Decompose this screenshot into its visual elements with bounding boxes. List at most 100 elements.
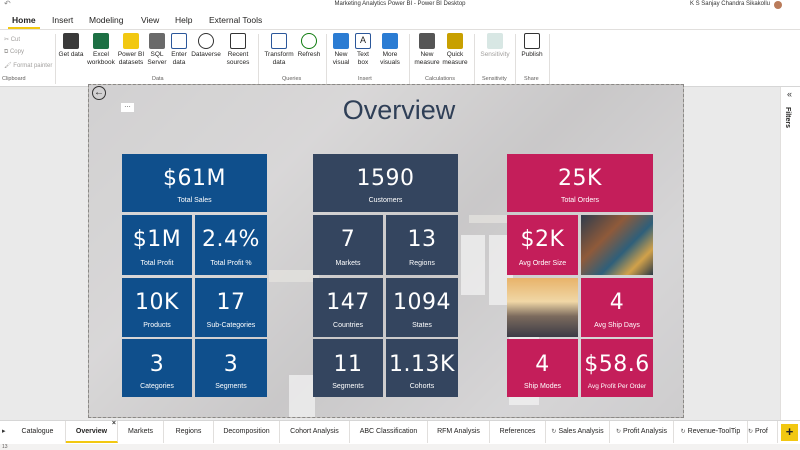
card-customers[interactable]: 1590 Customers [313,154,458,212]
back-arrow-icon[interactable]: ← [92,86,106,100]
card-total-orders[interactable]: 25K Total Orders [507,154,653,212]
new-measure-button[interactable]: New measure [413,33,441,66]
page-tab-catalogue[interactable]: Catalogue [10,421,66,443]
card-cohorts[interactable]: 1.13K Cohorts [386,339,458,397]
card-total-profit[interactable]: $1M Total Profit [122,215,192,275]
page-tab-references[interactable]: References [490,421,546,443]
card-regions[interactable]: 13 Regions [386,215,458,275]
port-containers-image [581,215,653,275]
page-tab-decomposition[interactable]: Decomposition [214,421,280,443]
kpi-label: Categories [140,383,174,390]
recent-label: Recent sources [226,51,250,66]
table-icon [171,33,187,49]
avatar[interactable] [774,1,782,9]
kpi-value: 3 [149,352,165,377]
card-categories[interactable]: 3 Categories [122,339,192,397]
text-box-button[interactable]: A Text box [353,33,373,66]
collapse-icon[interactable]: « [787,89,792,99]
page-tab-overview[interactable]: Overview × [66,419,118,443]
divider [258,34,259,84]
text-box-label: Text box [357,51,369,66]
tab-help[interactable]: Help [171,15,196,25]
publish-button[interactable]: Publish [519,33,545,59]
page-tab-markets[interactable]: Markets [118,421,164,443]
excel-workbook-button[interactable]: Excel workbook [85,33,117,66]
page-tab-sales-analysis[interactable]: ↻ Sales Analysis [546,421,610,443]
kpi-value: 1.13K [389,352,455,377]
transform-label: Transform data [264,51,294,66]
more-visuals-button[interactable]: More visuals [375,33,405,66]
scroll-left-icon[interactable]: ▸ [2,427,6,435]
tab-view[interactable]: View [137,15,163,25]
card-products[interactable]: 10K Products [122,278,192,337]
transform-data-button[interactable]: Transform data [262,33,296,66]
menu-bar: Home Insert Modeling View Help External … [0,11,800,30]
card-total-profit-pct[interactable]: 2.4% Total Profit % [195,215,267,275]
card-ship-modes[interactable]: 4 Ship Modes [507,339,578,397]
enter-data-button[interactable]: Enter data [169,33,189,66]
card-avg-ship-days[interactable]: 4 Avg Ship Days [581,278,653,337]
kpi-label: Ship Modes [524,383,561,390]
truck-image [461,235,485,295]
page-tab-label: Sales Analysis [558,428,604,435]
report-page: ← … Overview $61M Total Sales $1M Total … [88,84,684,418]
page-tab-rfm-analysis[interactable]: RFM Analysis [428,421,490,443]
kpi-value: 10K [135,290,179,315]
page-tab-regions[interactable]: Regions [164,421,214,443]
card-customer-segments[interactable]: 11 Segments [313,339,383,397]
kpi-label: Total Sales [177,197,212,204]
card-segments[interactable]: 3 Segments [195,339,267,397]
page-tab-revenue-tooltip[interactable]: ↻ Revenue-ToolTip [674,421,748,443]
card-total-sales[interactable]: $61M Total Sales [122,154,267,212]
close-icon[interactable]: × [112,419,116,429]
copy-button[interactable]: ⧉ Copy [4,49,24,56]
divider [409,34,410,84]
tab-home[interactable]: Home [8,15,40,29]
kpi-value: 147 [326,290,370,315]
recent-icon [230,33,246,49]
kpi-label: Cohorts [409,383,435,390]
card-avg-order-size[interactable]: $2K Avg Order Size [507,215,578,275]
group-sensitivity: Sensitivity [482,76,507,82]
page-tab-abc-classification[interactable]: ABC Classification [350,421,428,443]
dataverse-button[interactable]: Dataverse [190,33,222,59]
truck-sunset-image [507,278,578,337]
quick-measure-button[interactable]: Quick measure [441,33,469,66]
publish-icon [524,33,540,49]
tab-insert[interactable]: Insert [48,15,77,25]
get-data-button[interactable]: Get data [58,33,84,59]
hidden-page-icon: ↻ [748,429,754,435]
page-tab-profit-analysis[interactable]: ↻ Profit Analysis [610,421,674,443]
tab-external-tools[interactable]: External Tools [205,15,266,25]
sql-server-button[interactable]: SQL Server [146,33,168,66]
card-countries[interactable]: 147 Countries [313,278,383,337]
sensitivity-button[interactable]: Sensitivity [477,33,513,59]
card-sub-categories[interactable]: 17 Sub-Categories [195,278,267,337]
card-markets[interactable]: 7 Markets [313,215,383,275]
dataset-icon [123,33,139,49]
page-tab-prof[interactable]: ↻ Prof [748,421,778,443]
cut-button[interactable]: ✂ Cut [4,36,20,43]
kpi-value: 4 [609,290,625,315]
recent-sources-button[interactable]: Recent sources [222,33,254,66]
new-visual-button[interactable]: New visual [330,33,352,66]
card-avg-profit-per-order[interactable]: $58.6 Avg Profit Per Order [581,339,653,397]
road-marking [269,270,319,282]
format-painter-button[interactable]: 🖌 Format painter [4,62,52,69]
card-states[interactable]: 1094 States [386,278,458,337]
more-options-icon[interactable]: … [121,102,134,112]
filters-pane[interactable]: « Filters [780,87,800,420]
power-bi-datasets-button[interactable]: Power BI datasets [117,33,145,66]
tab-modeling[interactable]: Modeling [85,15,128,25]
kpi-label: Total Profit [140,260,174,267]
kpi-label: Segments [215,383,247,390]
filters-label[interactable]: Filters [784,107,791,128]
refresh-button[interactable]: Refresh [296,33,322,59]
user-name[interactable]: K S Sanjay Chandra Sikakollu [690,1,770,7]
page-tab-cohort-analysis[interactable]: Cohort Analysis [280,421,350,443]
kpi-value: 13 [407,227,437,252]
kpi-label: Countries [333,322,363,329]
add-page-button[interactable]: + [781,424,798,441]
brush-icon: 🖌 [4,63,14,69]
kpi-value: $2K [520,227,565,252]
